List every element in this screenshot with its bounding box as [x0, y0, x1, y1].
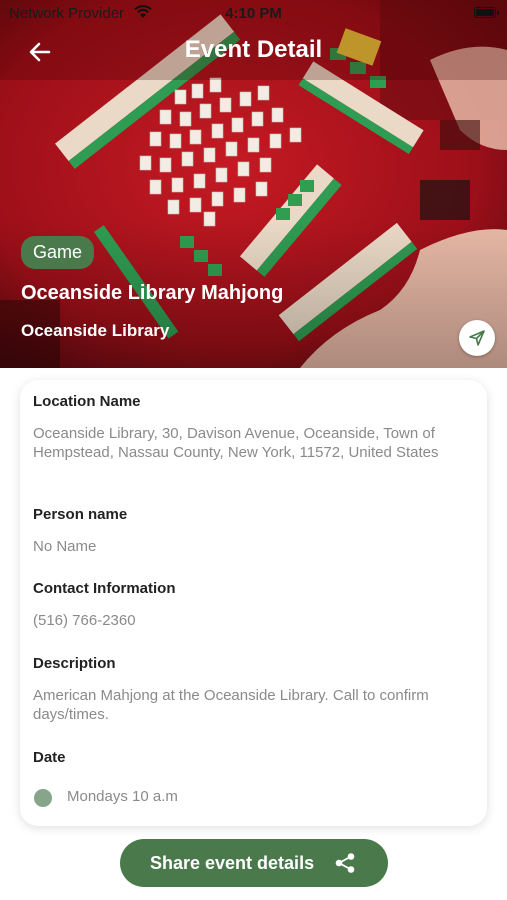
event-details-card: Location Name Oceanside Library, 30, Dav…	[20, 380, 487, 826]
contact-value: (516) 766-2360	[33, 612, 136, 629]
navigate-icon	[469, 330, 485, 346]
person-value: No Name	[33, 538, 97, 555]
date-label: Date	[33, 749, 66, 766]
battery-icon	[474, 7, 499, 18]
person-label: Person name	[33, 506, 128, 523]
location-label: Location Name	[33, 393, 141, 410]
location-value: Oceanside Library, 30, Davison Avenue, O…	[33, 425, 439, 461]
navigate-button[interactable]	[459, 320, 495, 356]
clock: 4:10 PM	[225, 5, 282, 22]
date-bullet	[34, 789, 52, 807]
event-hero-image: Network Provider 4:10 PM Event Detail Ga…	[0, 0, 507, 368]
share-event-button[interactable]: Share event details	[120, 839, 388, 887]
share-button-label: Share event details	[150, 853, 315, 873]
date-value: Mondays 10 a.m	[67, 788, 178, 805]
page-title: Event Detail	[184, 36, 323, 63]
category-badge: Game	[21, 236, 95, 269]
event-venue: Oceanside Library	[21, 321, 170, 340]
description-value: American Mahjong at the Oceanside Librar…	[33, 687, 429, 723]
share-icon	[335, 853, 355, 873]
contact-label: Contact Information	[33, 580, 176, 597]
description-label: Description	[33, 655, 116, 672]
status-bar: Network Provider 4:10 PM	[0, 0, 507, 28]
event-title: Oceanside Library Mahjong	[21, 282, 284, 304]
